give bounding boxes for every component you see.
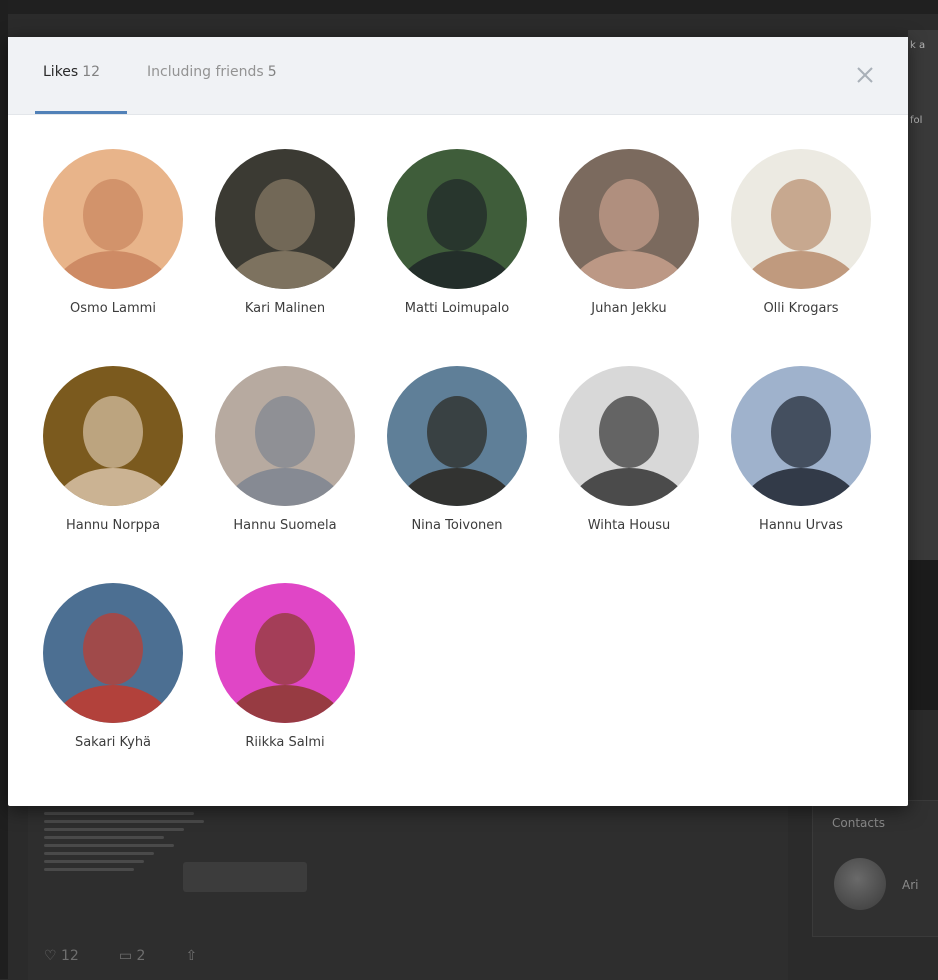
liker-name[interactable]: Kari Malinen [210, 301, 360, 316]
liker-card[interactable]: Wihta Housu [554, 366, 704, 533]
avatar[interactable] [731, 149, 871, 289]
liker-name[interactable]: Olli Krogars [726, 301, 876, 316]
avatar[interactable] [43, 149, 183, 289]
liker-name[interactable]: Hannu Suomela [210, 518, 360, 533]
modal-header: Likes 12 Including friends 5 [8, 37, 908, 115]
liker-name[interactable]: Hannu Urvas [726, 518, 876, 533]
liker-card[interactable]: Sakari Kyhä [38, 583, 188, 750]
liker-name[interactable]: Hannu Norppa [38, 518, 188, 533]
liker-card[interactable]: Hannu Urvas [726, 366, 876, 533]
liker-card[interactable]: Nina Toivonen [382, 366, 532, 533]
backdrop-left-edge [0, 0, 8, 979]
tab-friends-label: Including friends [147, 64, 264, 80]
avatar[interactable] [215, 366, 355, 506]
avatar[interactable] [43, 583, 183, 723]
liker-name[interactable]: Matti Loimupalo [382, 301, 532, 316]
backdrop-right-snippet: k a [910, 40, 926, 51]
backdrop-contact-avatar [834, 858, 886, 910]
liker-name[interactable]: Osmo Lammi [38, 301, 188, 316]
liker-card[interactable]: Juhan Jekku [554, 149, 704, 316]
avatar[interactable] [215, 583, 355, 723]
heart-icon: ♡ [44, 948, 57, 964]
backdrop-right-column: k a fol [908, 30, 938, 650]
backdrop-contacts-label: Contacts [832, 816, 885, 830]
liker-card[interactable]: Hannu Norppa [38, 366, 188, 533]
tab-likes[interactable]: Likes 12 [43, 64, 100, 80]
close-icon [857, 67, 873, 83]
backdrop-right-strip [908, 560, 938, 710]
liker-name[interactable]: Juhan Jekku [554, 301, 704, 316]
backdrop-attachment-chip [183, 862, 307, 892]
backdrop-top [0, 0, 938, 14]
active-tab-indicator [35, 111, 127, 114]
avatar[interactable] [559, 149, 699, 289]
liker-name[interactable]: Riikka Salmi [210, 735, 360, 750]
liker-name[interactable]: Sakari Kyhä [38, 735, 188, 750]
tab-including-friends[interactable]: Including friends 5 [147, 64, 277, 80]
backdrop-contact-name: Ari [902, 878, 919, 892]
share-icon: ⇧ [185, 948, 198, 964]
avatar[interactable] [387, 149, 527, 289]
liker-name[interactable]: Wihta Housu [554, 518, 704, 533]
tab-likes-count: 12 [82, 64, 101, 80]
liker-name[interactable]: Nina Toivonen [382, 518, 532, 533]
close-button[interactable] [854, 64, 876, 86]
liker-card[interactable]: Riikka Salmi [210, 583, 360, 750]
avatar[interactable] [731, 366, 871, 506]
backdrop-post-actions: ♡ 12 ▭ 2 ⇧ [44, 948, 197, 964]
backdrop-comment-count: 2 [136, 948, 146, 964]
backdrop-like-action: ♡ 12 [44, 948, 79, 964]
backdrop-right-snippet: fol [910, 115, 923, 126]
backdrop-comment-action: ▭ 2 [119, 948, 146, 964]
liker-card[interactable]: Osmo Lammi [38, 149, 188, 316]
liker-card[interactable]: Kari Malinen [210, 149, 360, 316]
tab-friends-count: 5 [267, 64, 277, 80]
likes-modal: Likes 12 Including friends 5 Osmo Lammi Kar… [8, 37, 908, 806]
comment-icon: ▭ [118, 948, 133, 964]
liker-card[interactable]: Hannu Suomela [210, 366, 360, 533]
liker-card[interactable]: Matti Loimupalo [382, 149, 532, 316]
avatar[interactable] [387, 366, 527, 506]
avatar[interactable] [215, 149, 355, 289]
backdrop-like-count: 12 [61, 948, 79, 964]
tab-likes-label: Likes [43, 64, 79, 80]
avatar[interactable] [43, 366, 183, 506]
avatar[interactable] [559, 366, 699, 506]
liker-card[interactable]: Olli Krogars [726, 149, 876, 316]
